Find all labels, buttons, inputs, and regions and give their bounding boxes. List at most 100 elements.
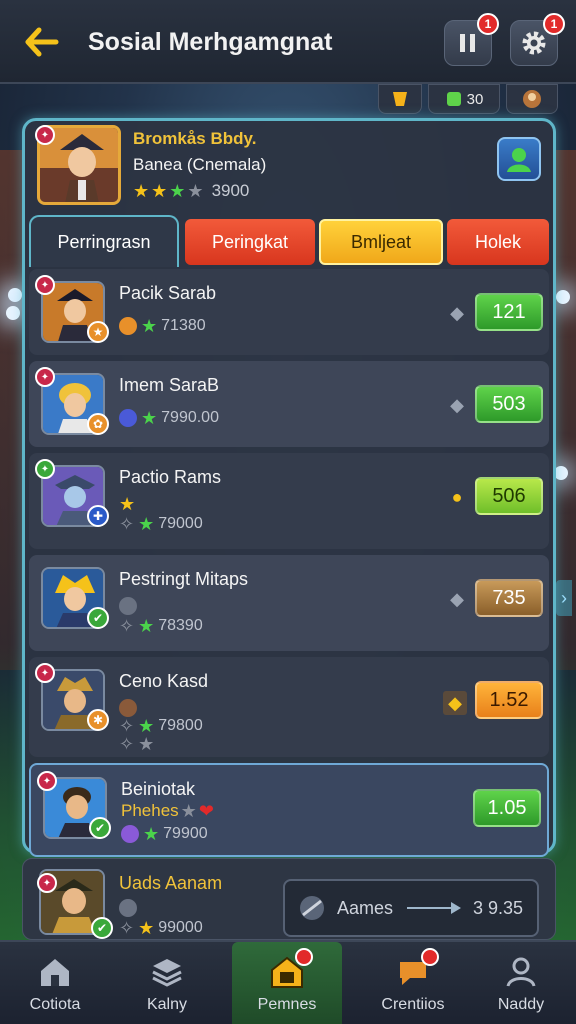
star-icon: ★ — [143, 824, 160, 844]
table-row[interactable]: ✔ Pestringt Mitaps ✧ ★ 78390 ◆ 735 — [29, 555, 549, 651]
games-value: 3 9.35 — [472, 897, 523, 918]
stadium-light — [6, 306, 20, 320]
tab-overview[interactable]: Perringrasn — [29, 215, 179, 267]
tab-selected[interactable]: Bmljeat — [319, 219, 443, 265]
trophy-house-icon — [269, 948, 313, 990]
back-button[interactable] — [22, 22, 62, 62]
nav-item-layers[interactable]: Kalny — [112, 942, 222, 1024]
tab-ranking[interactable]: Peringkat — [185, 219, 315, 265]
nav-label: Kalny — [146, 996, 188, 1013]
player-club: Banea (Cnemala) — [133, 155, 267, 174]
rank-medal-icon: ✦ — [35, 367, 55, 387]
club-crest-icon — [119, 317, 137, 335]
club-crest-icon — [119, 899, 137, 917]
tab-other[interactable]: Holek — [447, 219, 549, 265]
games-summary[interactable]: Aames 3 9.35 — [283, 879, 539, 937]
nav-item-contacts[interactable]: Crentiios — [358, 942, 468, 1024]
user-silhouette-icon — [507, 148, 531, 172]
side-scroll-arrow-icon[interactable]: › — [556, 580, 572, 616]
pause-bars-icon — [460, 34, 475, 52]
star-icon: ★ — [119, 494, 136, 514]
star-icon: ✧ — [119, 616, 135, 636]
top-header: Sosial Merhgamgnat 1 1 — [0, 0, 576, 84]
chat-bubble-icon — [395, 948, 439, 990]
role-badge-icon: ★ — [87, 321, 109, 343]
row-score: 79000 — [158, 515, 203, 532]
ranking-panel: ✦ Bromkås Bbdy. Banea (Cnemala) ★ ★ ★ ★ … — [22, 118, 556, 857]
row-player-name: Beiniotak — [121, 779, 196, 799]
rank-medal-icon: ✦ — [35, 459, 55, 479]
profile-action-button[interactable] — [497, 137, 541, 181]
bottom-navigation: Cotiota Kalny Pemnes Crentiios Naddy — [0, 940, 576, 1024]
table-row-highlighted[interactable]: ✦ ✔ Beiniotak Phehes ★ ❤ ★ 79900 1.05 — [29, 763, 549, 857]
star-icon: ✧ — [119, 716, 135, 736]
home-icon — [37, 954, 73, 990]
score-pill[interactable]: 506 — [475, 477, 543, 515]
games-label: Aames — [337, 897, 394, 918]
nav-item-ranking[interactable]: Pemnes — [232, 942, 342, 1024]
table-row[interactable]: ✦ ★ Pacik Sarab ★ 71380 ◆ 121 — [29, 269, 549, 355]
rating-line: ✧ ★ — [119, 735, 154, 753]
score-pill[interactable]: 1.52 — [475, 681, 543, 719]
currency-gem[interactable] — [378, 84, 422, 114]
notification-dot — [421, 948, 439, 966]
ranking-tabs: Perringrasn Peringkat Bmljeat Holek — [29, 215, 549, 267]
settings-button[interactable]: 1 — [510, 13, 565, 66]
star-icon: ★ — [180, 801, 197, 821]
coin-icon — [446, 92, 461, 106]
row-player-name: Imem SaraB — [119, 375, 220, 395]
star-icon: ★ — [151, 181, 168, 201]
star-icon: ★ — [133, 181, 150, 201]
row-score: 79900 — [163, 825, 208, 842]
stadium-light — [8, 288, 22, 302]
role-badge-icon: ✿ — [87, 413, 109, 435]
rating-line: ★ 79900 — [121, 825, 208, 843]
star-icon: ★ — [138, 616, 155, 636]
row-player-name: Uads Aanam — [119, 873, 223, 893]
table-row[interactable]: ✦ ✱ Ceno Kasd ✧ ★ 79800 ✧ ★ ◆ 1.52 — [29, 657, 549, 757]
rank-medal-icon: ✦ — [37, 771, 57, 791]
nav-label: Crentiios — [381, 996, 445, 1013]
star-icon: ★ — [169, 181, 186, 201]
notification-badge: 1 — [543, 13, 565, 35]
gem-icon — [393, 92, 407, 106]
table-row[interactable]: ✦ ✔ Uads Aanam ✧ ★ 99000 Aames 3 9.35 — [22, 858, 556, 940]
leaderboard-button[interactable]: 1 — [444, 13, 499, 66]
trend-arrow-icon: ◆ — [450, 394, 464, 415]
star-icon: ★ — [138, 918, 155, 938]
row-player-rating: ★ ✧ ★ 79000 — [119, 495, 203, 533]
row-player-rating: Phehes ★ ❤ ★ 79900 — [121, 801, 214, 843]
score-pill[interactable]: 735 — [475, 579, 543, 617]
player-profile: ✦ Bromkås Bbdy. Banea (Cnemala) ★ ★ ★ ★ … — [33, 125, 547, 221]
score-pill[interactable]: 503 — [475, 385, 543, 423]
currency-coins[interactable]: 30 — [428, 84, 500, 114]
table-row[interactable]: ✦ ✚ Pactio Rams ★ ✧ ★ 79000 ● 506 — [29, 453, 549, 549]
star-icon: ★ — [141, 316, 158, 336]
star-icon: ✧ — [119, 918, 135, 938]
star-icon: ★ — [138, 514, 155, 534]
score-pill[interactable]: 121 — [475, 293, 543, 331]
nav-label: Cotiota — [29, 996, 81, 1013]
trend-up-icon: ● — [451, 486, 463, 507]
nav-item-profile[interactable]: Naddy — [466, 942, 576, 1024]
club-crest-icon — [121, 825, 139, 843]
role-badge-icon: ✔ — [91, 917, 113, 939]
row-player-name: Pestringt Mitaps — [119, 569, 249, 589]
rating-line: Phehes ★ ❤ — [121, 801, 214, 821]
star-icon: ✧ — [119, 734, 135, 754]
rank-medal-icon: ✦ — [35, 125, 55, 145]
rank-medal-icon: ✦ — [35, 275, 55, 295]
heart-icon: ❤ — [198, 801, 214, 821]
row-player-name: Pactio Rams — [119, 467, 222, 487]
player-rating: ★ ★ ★ ★ 3900 — [133, 181, 249, 201]
table-row[interactable]: ✦ ✿ Imem SaraB ★ 7990.00 ◆ 503 — [29, 361, 549, 447]
currency-character[interactable] — [506, 84, 558, 114]
role-badge-icon: ✱ — [87, 709, 109, 731]
star-icon: ✧ — [119, 514, 135, 534]
role-badge-icon: ✚ — [87, 505, 109, 527]
row-subtitle: Phehes — [121, 801, 179, 820]
nav-item-home[interactable]: Cotiota — [0, 942, 110, 1024]
star-icon: ★ — [187, 181, 204, 201]
stadium-light — [556, 290, 570, 304]
score-pill[interactable]: 1.05 — [473, 789, 541, 827]
